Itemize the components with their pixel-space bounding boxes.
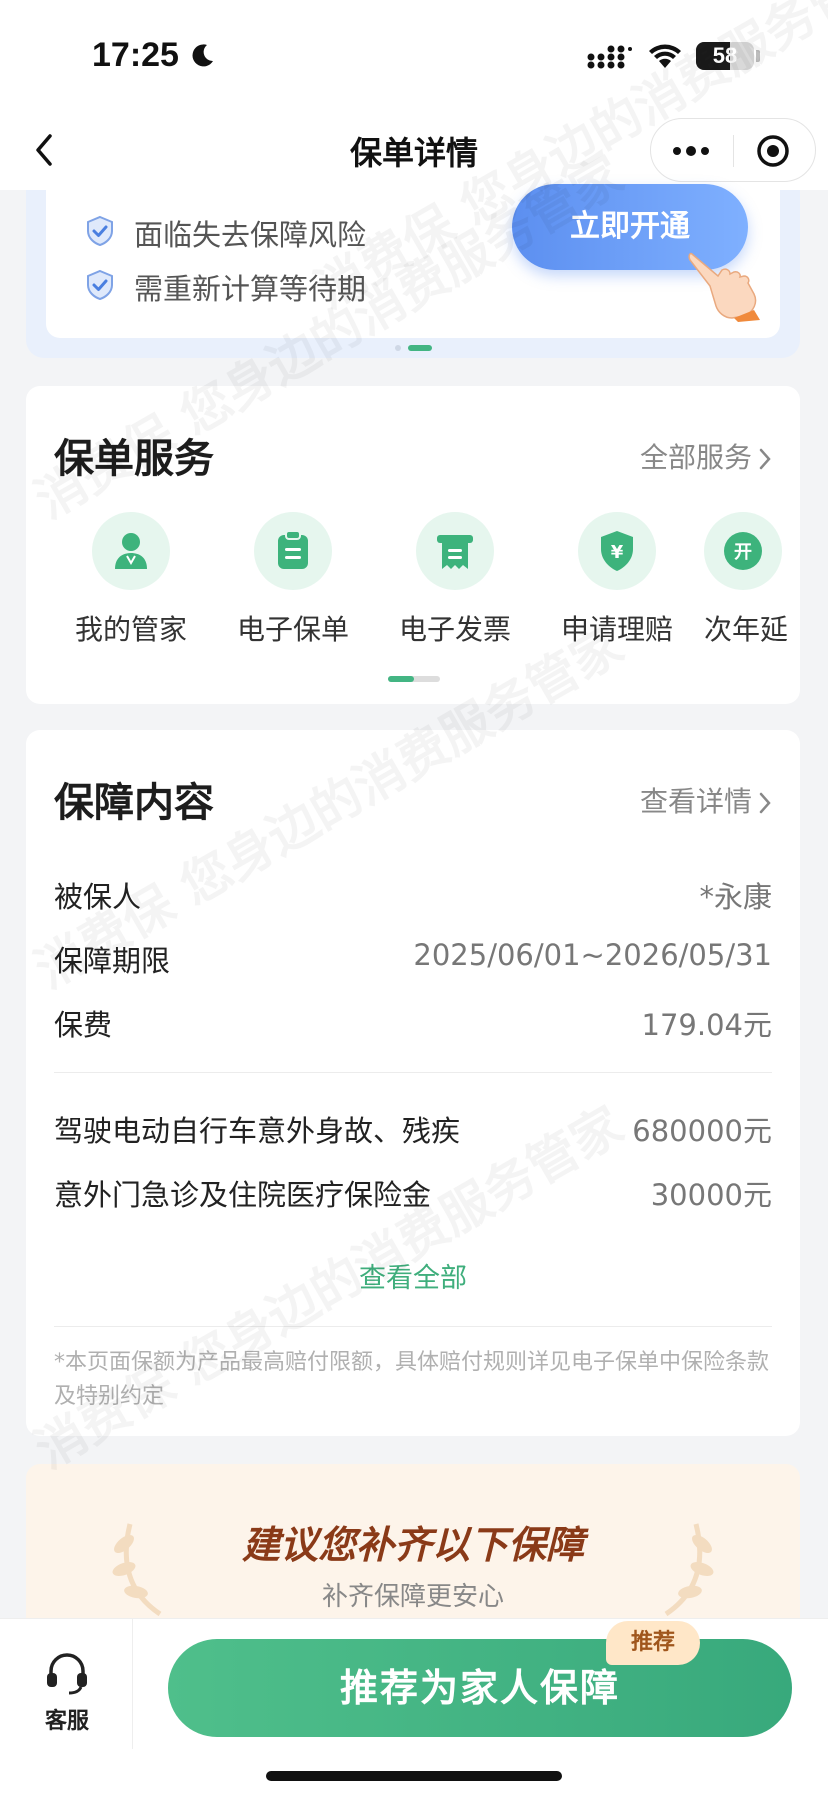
row-key: 被保人 [54, 880, 142, 914]
bottom-action-bar: 客服 推荐为家人保障 推荐 [0, 1618, 828, 1795]
recommend-family-button[interactable]: 推荐为家人保障 [168, 1639, 792, 1737]
service-e-invoice[interactable]: 电子发票 [380, 512, 530, 648]
service-label: 次年延 [704, 613, 789, 646]
shield-check-icon [87, 215, 113, 247]
coverage-note: *本页面保额为产品最高赔付限额，具体赔付规则详见电子保单中保险条款及特别约定 [54, 1350, 770, 1409]
services-scroll-indicator [388, 676, 440, 682]
customer-service-label: 客服 [44, 1709, 89, 1734]
e-invoice-icon [416, 512, 494, 590]
service-e-policy[interactable]: 电子保单 [218, 512, 368, 648]
coverage-card: 保障内容 查看详情 被保人 *永康 保障期限 2025/06/01~2026/0… [26, 730, 800, 1436]
coverage-row: 保费 179.04元 [54, 1002, 772, 1042]
capsule-divider [733, 135, 734, 167]
service-next-year-renewal[interactable]: 开 次年延 [704, 512, 814, 648]
status-time: 17:25 [92, 36, 179, 74]
promo-item: 面临失去保障风险 [87, 212, 367, 254]
e-policy-icon [254, 512, 332, 590]
see-all-link[interactable]: 查看全部 [26, 1256, 800, 1295]
svg-text:¥: ¥ [611, 542, 624, 563]
customer-service-button[interactable]: 客服 [30, 1649, 104, 1735]
moon-icon [192, 44, 213, 67]
row-key: 保费 [54, 1008, 113, 1042]
battery-tip [756, 50, 760, 62]
all-services-label: 全部服务 [639, 441, 752, 474]
carousel-dots [395, 345, 432, 351]
navigation-bar: 保单详情 [0, 110, 828, 190]
chevron-right-icon [759, 448, 771, 470]
service-label: 我的管家 [74, 613, 187, 646]
coverage-title: 保障内容 [54, 780, 214, 826]
shield-check-icon [87, 269, 113, 301]
service-label: 电子保单 [236, 613, 349, 646]
wifi-icon [649, 44, 681, 68]
battery-icon: 58 [696, 42, 754, 70]
benefit-name: 驾驶电动自行车意外身故、残疾 [54, 1114, 461, 1148]
bottom-divider [132, 1619, 133, 1749]
benefit-amount: 680000元 [632, 1114, 772, 1148]
status-bar: 17:25 58 [0, 0, 828, 110]
divider [54, 1326, 772, 1327]
service-my-butler[interactable]: 我的管家 [56, 512, 206, 648]
mini-program-capsule [650, 118, 816, 182]
service-label: 申请理赔 [560, 613, 673, 646]
service-label: 电子发票 [398, 613, 511, 646]
row-value: *永康 [699, 880, 772, 914]
row-key: 保障期限 [54, 944, 171, 978]
close-target-icon[interactable] [755, 133, 791, 169]
row-value: 179.04元 [641, 1008, 772, 1042]
renewal-icon-text: 开 [734, 542, 752, 563]
home-indicator [266, 1771, 562, 1781]
promo-item-text: 面临失去保障风险 [134, 218, 367, 252]
benefit-name: 意外门急诊及住院医疗保险金 [54, 1178, 432, 1212]
benefit-amount: 30000元 [650, 1178, 772, 1212]
pointing-hand-icon [688, 252, 760, 322]
recommend-title: 建议您补齐以下保障 [241, 1523, 584, 1567]
view-details-link[interactable]: 查看详情 [640, 780, 772, 820]
renewal-icon: 开 [704, 512, 782, 590]
promo-item-text: 需重新计算等待期 [134, 272, 367, 306]
divider [54, 1072, 772, 1073]
services-title: 保单服务 [54, 436, 214, 482]
headset-icon [47, 1653, 87, 1695]
claim-icon: ¥ [578, 512, 656, 590]
promo-item: 需重新计算等待期 [87, 266, 367, 308]
row-value: 2025/06/01~2026/05/31 [413, 938, 772, 972]
service-apply-claim[interactable]: ¥ 申请理赔 [542, 512, 692, 648]
chevron-right-icon [759, 792, 771, 814]
all-services-link[interactable]: 全部服务 [640, 436, 772, 476]
recommend-badge: 推荐 [606, 1621, 700, 1665]
benefit-row: 意外门急诊及住院医疗保险金 30000元 [54, 1172, 772, 1212]
recommend-subtitle: 补齐保障更安心 [321, 1582, 504, 1612]
more-icon[interactable] [669, 141, 713, 161]
view-details-label: 查看详情 [639, 785, 752, 818]
scroll-indicator-fill [388, 676, 414, 682]
policy-services-card: 保单服务 全部服务 我的管家 电子保单 电子发票 ¥ 申请理赔 开 次年延 [26, 386, 800, 704]
battery-percentage: 58 [712, 43, 738, 68]
coverage-row: 被保人 *永康 [54, 874, 772, 914]
butler-icon [92, 512, 170, 590]
benefit-row: 驾驶电动自行车意外身故、残疾 680000元 [54, 1108, 772, 1148]
signal-icon [587, 45, 632, 69]
coverage-row: 保障期限 2025/06/01~2026/05/31 [54, 938, 772, 978]
